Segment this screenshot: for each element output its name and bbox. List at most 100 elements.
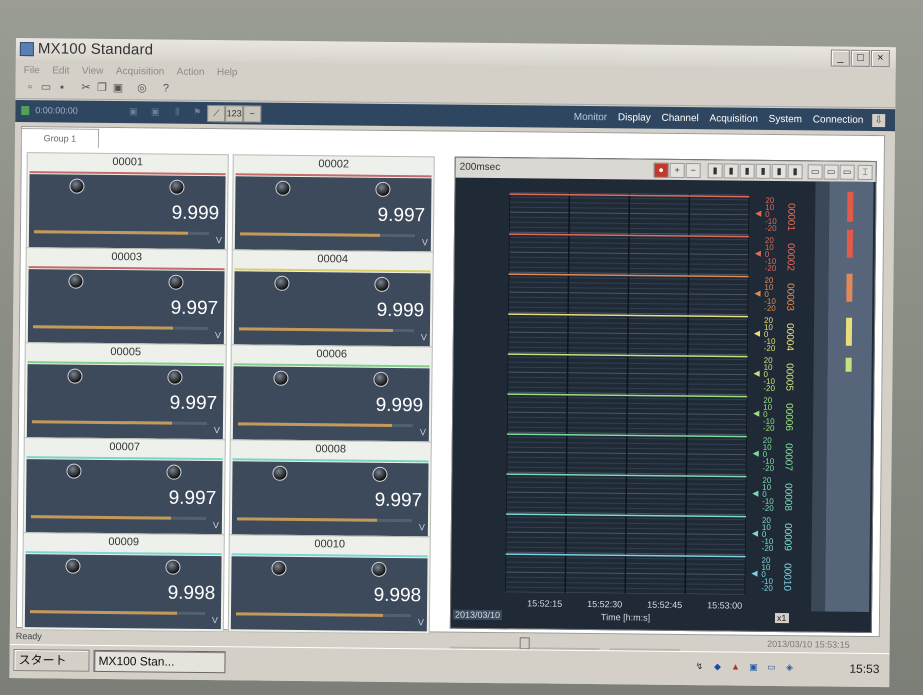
paste-icon[interactable]: ▣	[111, 82, 124, 95]
layout2-icon[interactable]: ▭	[823, 164, 839, 180]
channel-scale-name: 00003	[784, 283, 796, 311]
network-icon[interactable]: ↯	[693, 660, 705, 672]
channel-scale-00007: ◀ 20 10 0 -10 -20 00007	[752, 436, 812, 476]
print-preview-icon[interactable]: ◎	[135, 82, 148, 95]
chevron-down-icon[interactable]: V	[216, 235, 222, 245]
chevron-down-icon[interactable]: V	[212, 615, 218, 625]
chevron-down-icon[interactable]: V	[215, 330, 221, 340]
trend-view-icon[interactable]: ⟋	[207, 105, 226, 123]
meter-00003[interactable]: 00003 9.997 V	[24, 247, 228, 348]
bar5-icon[interactable]: ▮	[771, 163, 787, 180]
menu-action[interactable]: Action	[177, 67, 205, 78]
alarm-lamp-icon	[69, 178, 85, 194]
channel-scale-00008: ◀ 20 10 0 -10 -20 00008	[752, 476, 812, 516]
flag-icon[interactable]: ⚑	[189, 105, 205, 120]
meter-value: 9.997	[170, 297, 219, 320]
help-icon[interactable]: ?	[159, 83, 172, 96]
menu-file[interactable]: File	[24, 65, 40, 76]
meter-view-icon[interactable]: 123	[225, 105, 244, 123]
meter-00004[interactable]: 00004 9.999 V	[230, 249, 434, 350]
close-button[interactable]: ×	[870, 49, 890, 68]
meter-00010[interactable]: 00010 9.998 V	[227, 534, 431, 635]
meter-00006[interactable]: 00006 9.999 V	[229, 344, 433, 445]
slider-knob-1[interactable]	[519, 637, 530, 650]
level-bar	[847, 191, 854, 222]
record-stop-icon[interactable]: ▣	[147, 104, 163, 119]
meter-00002[interactable]: 00002 9.997 V	[231, 154, 435, 255]
taskbar-item-mx100[interactable]: MX100 Stan...	[93, 649, 226, 674]
shield-icon[interactable]: ◆	[711, 660, 723, 672]
nav-monitor[interactable]: Monitor	[574, 112, 607, 123]
download-icon[interactable]: ⇩	[872, 113, 886, 128]
volume-icon[interactable]: ◈	[783, 661, 795, 673]
alarm-lamp-icon	[274, 275, 290, 291]
maximize-button[interactable]: □	[850, 49, 870, 67]
meter-bar-fill	[33, 230, 188, 235]
menu-help[interactable]: Help	[217, 67, 238, 78]
new-file-icon[interactable]: ▫	[23, 81, 36, 94]
printer-icon[interactable]: ▣	[747, 661, 759, 673]
level-bar	[846, 229, 854, 258]
settings-icon[interactable]: ⌶	[857, 164, 873, 180]
layout1-icon[interactable]: ▭	[807, 164, 823, 180]
meter-value: 9.999	[376, 299, 425, 322]
bar6-icon[interactable]: ▮	[787, 164, 803, 180]
nav-connection[interactable]: Connection	[813, 114, 864, 126]
bar3-icon[interactable]: ▮	[739, 163, 755, 179]
channel-scale-name: 00001	[785, 203, 797, 231]
bar4-icon[interactable]: ▮	[755, 163, 771, 179]
security-icon[interactable]: ▲	[729, 661, 741, 673]
tab-group-1[interactable]: Group 1	[20, 128, 100, 148]
meter-label: 00001	[112, 156, 144, 169]
chevron-down-icon[interactable]: V	[420, 427, 426, 437]
bar-icon[interactable]: ▮	[707, 163, 723, 179]
chevron-down-icon[interactable]: V	[418, 617, 424, 627]
nav-system[interactable]: System	[769, 114, 802, 125]
chevron-down-icon[interactable]: V	[421, 332, 427, 342]
nav-acquisition[interactable]: Acquisition	[709, 113, 757, 125]
alarm-lamp-icon	[275, 180, 291, 196]
cut-icon[interactable]: ✂	[79, 82, 92, 95]
meter-00009[interactable]: 00009 9.998 V	[21, 532, 225, 633]
monitor-icon[interactable]: ▭	[765, 661, 777, 673]
meter-00001[interactable]: 00001 9.999 V	[25, 152, 229, 253]
channel-scale-name: 00010	[781, 563, 793, 591]
meter-bar-fill	[237, 422, 392, 427]
chevron-down-icon[interactable]: V	[214, 425, 220, 435]
zoom-out-icon[interactable]: −	[685, 163, 701, 179]
scale-tick-label: -20	[762, 503, 774, 513]
meter-00005[interactable]: 00005 9.997 V	[23, 342, 227, 443]
alarm-lamp-icon	[66, 463, 82, 479]
copy-icon[interactable]: ❐	[95, 82, 108, 95]
nav-display[interactable]: Display	[618, 112, 651, 123]
minimize-button[interactable]: _	[830, 49, 850, 67]
menu-view[interactable]: View	[82, 66, 104, 77]
open-folder-icon[interactable]: ▭	[39, 81, 52, 94]
menu-acquisition[interactable]: Acquisition	[116, 66, 164, 78]
save-icon[interactable]: ▪	[55, 81, 68, 94]
mark-icon[interactable]: ⫼	[169, 105, 185, 120]
status-indicator-icon	[21, 106, 30, 116]
scale-tick-label: -20	[763, 343, 776, 353]
status-ready: Ready	[15, 631, 42, 642]
meter-value: 9.998	[167, 582, 216, 605]
zoom-in-icon[interactable]: +	[669, 162, 685, 179]
bar2-icon[interactable]: ▮	[723, 163, 739, 179]
zoom-level[interactable]: x1	[774, 612, 789, 624]
chart-view-icon[interactable]: ~	[243, 105, 262, 123]
menu-edit[interactable]: Edit	[52, 65, 69, 76]
level-bar	[846, 273, 853, 302]
chevron-down-icon[interactable]: V	[213, 520, 219, 530]
nav-channel[interactable]: Channel	[661, 113, 698, 124]
record-start-icon[interactable]: ▣	[125, 104, 141, 119]
chevron-down-icon[interactable]: V	[422, 237, 428, 247]
chevron-down-icon[interactable]: V	[419, 522, 425, 532]
record-icon[interactable]: ●	[653, 162, 669, 178]
layout3-icon[interactable]: ▭	[839, 164, 855, 180]
meter-00007[interactable]: 00007 9.997 V	[22, 437, 226, 538]
meter-00008[interactable]: 00008 9.997 V	[228, 439, 432, 540]
trend-plot	[505, 192, 750, 595]
meter-panel: 9.999 V	[232, 366, 430, 442]
meter-grid: 00001 9.999 V 00002 9.997 V 00003 9.997 V 00004 9.…	[21, 152, 447, 635]
start-button[interactable]: スタート	[13, 649, 90, 672]
